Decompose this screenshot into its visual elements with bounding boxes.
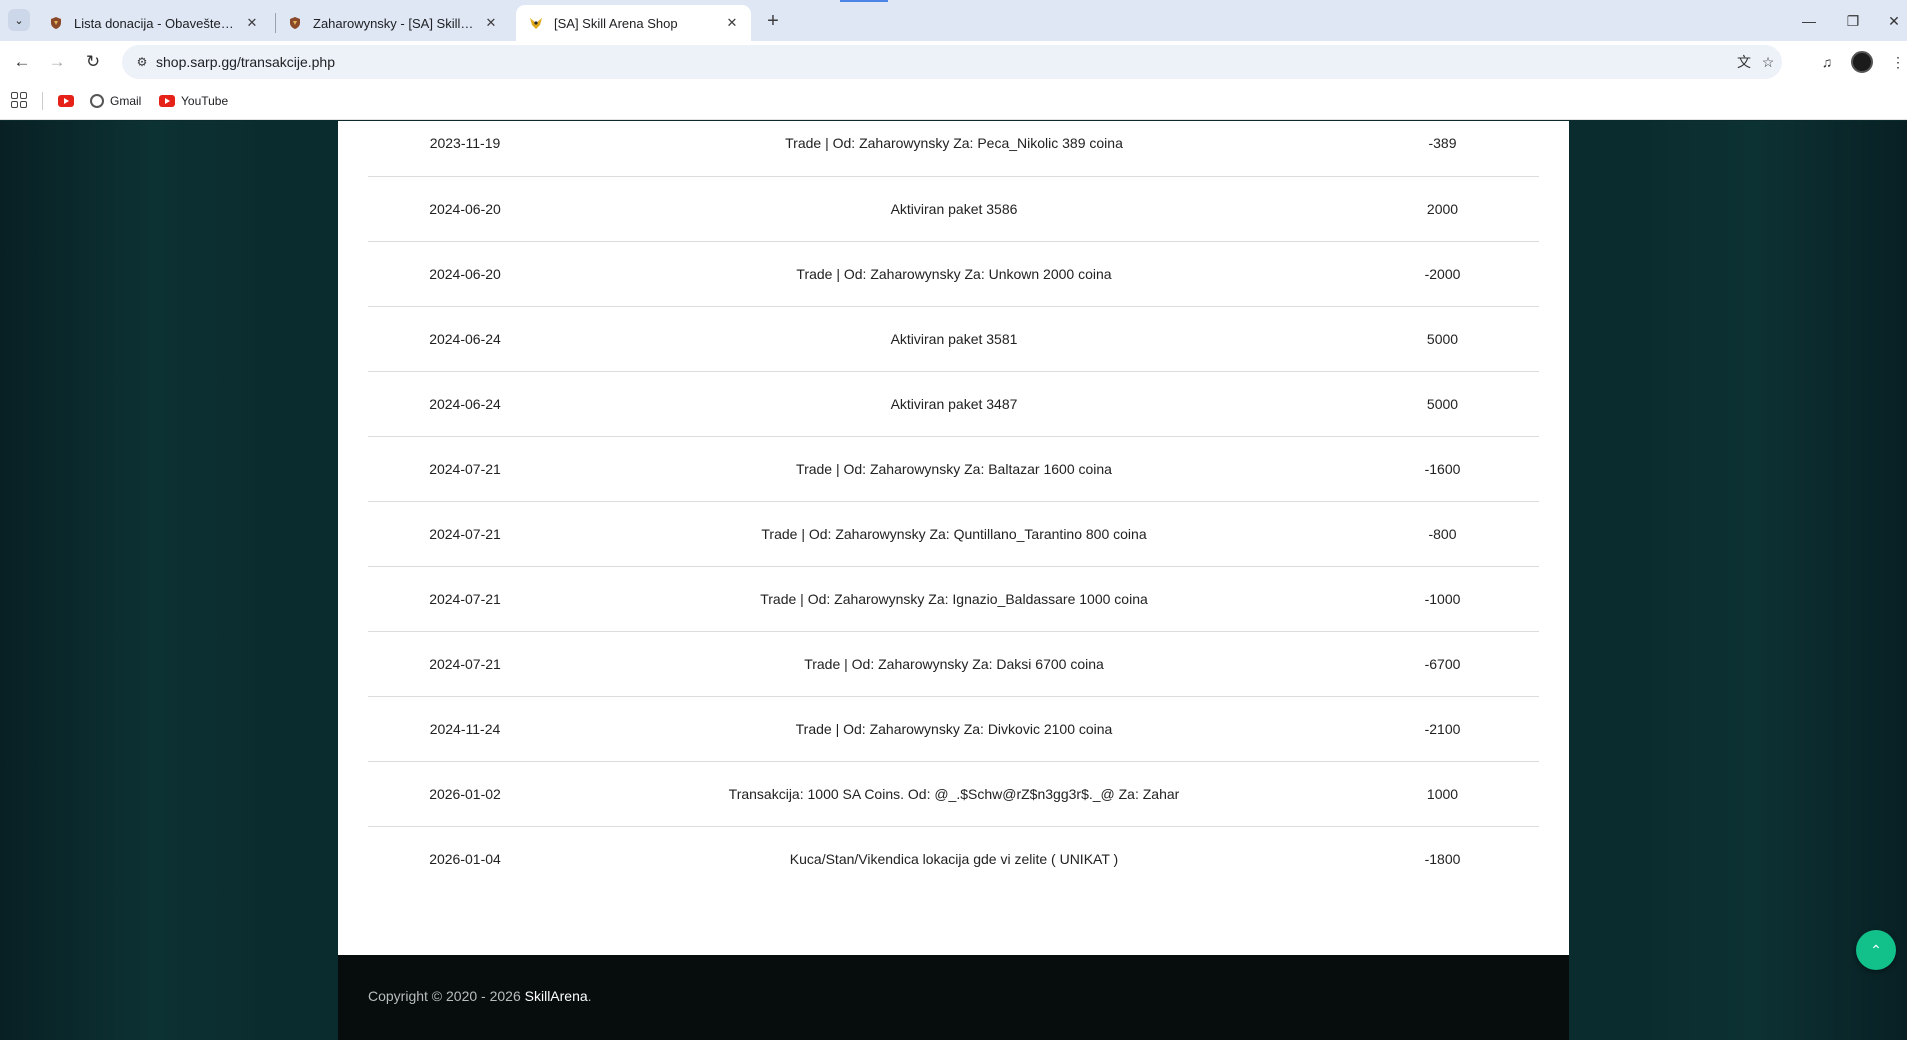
transaction-amount: -6700	[1424, 656, 1461, 672]
transaction-description: Aktiviran paket 3581	[890, 331, 1018, 347]
page-footer: Copyright © 2020 - 2026 SkillArena.	[338, 955, 1569, 1040]
bookmark-gmail[interactable]: Gmail	[90, 91, 141, 111]
chevron-up-icon: ⌃	[1870, 941, 1882, 958]
minimize-icon[interactable]: —	[1789, 8, 1829, 34]
table-row: 2026-01-04 Kuca/Stan/Vikendica lokacija …	[368, 827, 1539, 892]
table-row: 2024-07-21 Trade | Od: Zaharowynsky Za: …	[368, 632, 1539, 697]
transaction-description: Aktiviran paket 3487	[890, 396, 1018, 412]
close-icon[interactable]: ✕	[243, 14, 261, 32]
table-row: 2023-11-19 Trade | Od: Zaharowynsky Za: …	[368, 121, 1539, 177]
transaction-description: Trade | Od: Zaharowynsky Za: Quntillano_…	[761, 526, 1147, 542]
transaction-amount: 5000	[1426, 331, 1459, 347]
copyright-suffix: .	[587, 988, 592, 1004]
transaction-date: 2023-11-19	[429, 135, 501, 151]
transactions-table: 2023-11-19 Trade | Od: Zaharowynsky Za: …	[368, 121, 1539, 892]
transaction-date: 2024-06-20	[429, 266, 501, 282]
transaction-amount: -800	[1428, 526, 1457, 542]
tab-title: Lista donacija - Obaveštenja - [SA] Skil…	[74, 15, 237, 31]
table-row: 2024-07-21 Trade | Od: Zaharowynsky Za: …	[368, 437, 1539, 502]
table-row: 2024-06-24 Aktiviran paket 3581 5000	[368, 307, 1539, 372]
tab-indicator	[840, 0, 888, 2]
reload-icon[interactable]: ↻	[80, 49, 106, 75]
bookmarks-bar: Gmail YouTube	[0, 82, 1907, 120]
shield-icon	[287, 15, 303, 31]
bookmark-label: YouTube	[181, 94, 229, 108]
transaction-description: Transakcija: 1000 SA Coins. Od: @_.$Schw…	[728, 786, 1180, 802]
table-row: 2024-06-20 Trade | Od: Zaharowynsky Za: …	[368, 242, 1539, 307]
tab-skill-arena-shop[interactable]: [SA] Skill Arena Shop ✕	[516, 5, 751, 41]
transaction-description: Trade | Od: Zaharowynsky Za: Peca_Nikoli…	[785, 135, 1123, 151]
restore-icon[interactable]: ❐	[1833, 8, 1873, 34]
transaction-amount: -2000	[1424, 266, 1461, 282]
table-row: 2026-01-02 Transakcija: 1000 SA Coins. O…	[368, 762, 1539, 827]
tab-lista-donacija[interactable]: Lista donacija - Obaveštenja - [SA] Skil…	[36, 5, 271, 41]
transactions-card: 2023-11-19 Trade | Od: Zaharowynsky Za: …	[338, 121, 1569, 955]
address-bar[interactable]: ⚙ shop.sarp.gg/transakcije.php 文 ☆	[122, 45, 1782, 79]
table-row: 2024-06-24 Aktiviran paket 3487 5000	[368, 372, 1539, 437]
transaction-date: 2024-07-21	[429, 461, 501, 477]
transaction-date: 2024-07-21	[429, 591, 501, 607]
transaction-date: 2024-07-21	[429, 656, 501, 672]
transaction-description: Trade | Od: Zaharowynsky Za: Baltazar 16…	[796, 461, 1112, 477]
transaction-amount: 2000	[1426, 201, 1459, 217]
bookmark-label: Gmail	[110, 94, 142, 108]
browser-toolbar: ← → ↻ ⚙ shop.sarp.gg/transakcije.php 文 ☆…	[0, 41, 1907, 82]
table-row: 2024-06-20 Aktiviran paket 3586 2000	[368, 177, 1539, 242]
profile-avatar[interactable]	[1851, 51, 1873, 73]
transaction-amount: 1000	[1426, 786, 1459, 802]
transaction-amount: 5000	[1426, 396, 1459, 412]
tab-title: [SA] Skill Arena Shop	[554, 15, 678, 31]
transaction-date: 2026-01-02	[429, 786, 501, 802]
scroll-to-top-button[interactable]: ⌃	[1856, 930, 1896, 970]
footer-brand-link[interactable]: SkillArena	[525, 988, 588, 1004]
transaction-amount: -1600	[1424, 461, 1461, 477]
media-controls-icon[interactable]: ♫	[1815, 50, 1839, 74]
copyright-text: Copyright © 2020 - 2026 SkillArena.	[368, 988, 592, 1004]
transaction-date: 2024-07-21	[429, 526, 501, 542]
bookmarks-separator	[42, 92, 43, 110]
transaction-date: 2024-06-20	[429, 201, 501, 217]
transaction-amount: -1800	[1424, 851, 1461, 867]
close-icon[interactable]: ✕	[723, 14, 741, 32]
transaction-description: Kuca/Stan/Vikendica lokacija gde vi zeli…	[789, 851, 1119, 867]
back-icon[interactable]: ←	[9, 49, 35, 75]
transaction-description: Trade | Od: Zaharowynsky Za: Ignazio_Bal…	[760, 591, 1148, 607]
window-close-icon[interactable]: ✕	[1874, 8, 1907, 34]
transaction-amount: -2100	[1424, 721, 1461, 737]
transaction-description: Trade | Od: Zaharowynsky Za: Divkovic 21…	[795, 721, 1113, 737]
bookmark-star-icon[interactable]: ☆	[1757, 51, 1779, 73]
bookmark-youtube[interactable]: YouTube	[159, 91, 228, 111]
menu-icon[interactable]: ⋮	[1886, 50, 1907, 74]
translate-icon[interactable]: 文	[1733, 51, 1755, 73]
youtube-icon	[159, 95, 175, 107]
table-row: 2024-07-21 Trade | Od: Zaharowynsky Za: …	[368, 567, 1539, 632]
bird-icon	[528, 15, 544, 31]
tab-zaharowynsky[interactable]: Zaharowynsky - [SA] Skill Arena ✕	[275, 5, 510, 41]
youtube-icon	[58, 95, 74, 107]
url-text[interactable]: shop.sarp.gg/transakcije.php	[156, 54, 335, 70]
transaction-date: 2024-11-24	[429, 721, 501, 737]
transaction-amount: -389	[1428, 135, 1457, 151]
table-row: 2024-11-24 Trade | Od: Zaharowynsky Za: …	[368, 697, 1539, 762]
table-row: 2024-07-21 Trade | Od: Zaharowynsky Za: …	[368, 502, 1539, 567]
tab-search-button[interactable]: ⌄	[8, 9, 30, 31]
site-info-icon[interactable]: ⚙	[132, 52, 152, 72]
transaction-description: Trade | Od: Zaharowynsky Za: Daksi 6700 …	[804, 656, 1104, 672]
copyright-prefix: Copyright © 2020 - 2026	[368, 988, 525, 1004]
shield-icon	[48, 15, 64, 31]
forward-icon[interactable]: →	[44, 49, 70, 75]
transaction-date: 2024-06-24	[429, 396, 501, 412]
apps-grid-icon[interactable]	[11, 92, 27, 108]
transaction-description: Aktiviran paket 3586	[890, 201, 1018, 217]
tab-strip: ⌄ Lista donacija - Obaveštenja - [SA] Sk…	[0, 0, 1907, 41]
bookmark-youtube-shortcut[interactable]	[58, 91, 80, 111]
transaction-amount: -1000	[1424, 591, 1461, 607]
new-tab-button[interactable]: +	[760, 8, 786, 34]
globe-icon	[90, 94, 104, 108]
transaction-date: 2024-06-24	[429, 331, 501, 347]
transaction-date: 2026-01-04	[429, 851, 501, 867]
close-icon[interactable]: ✕	[482, 14, 500, 32]
transaction-description: Trade | Od: Zaharowynsky Za: Unkown 2000…	[796, 266, 1112, 282]
tab-title: Zaharowynsky - [SA] Skill Arena	[313, 15, 476, 31]
